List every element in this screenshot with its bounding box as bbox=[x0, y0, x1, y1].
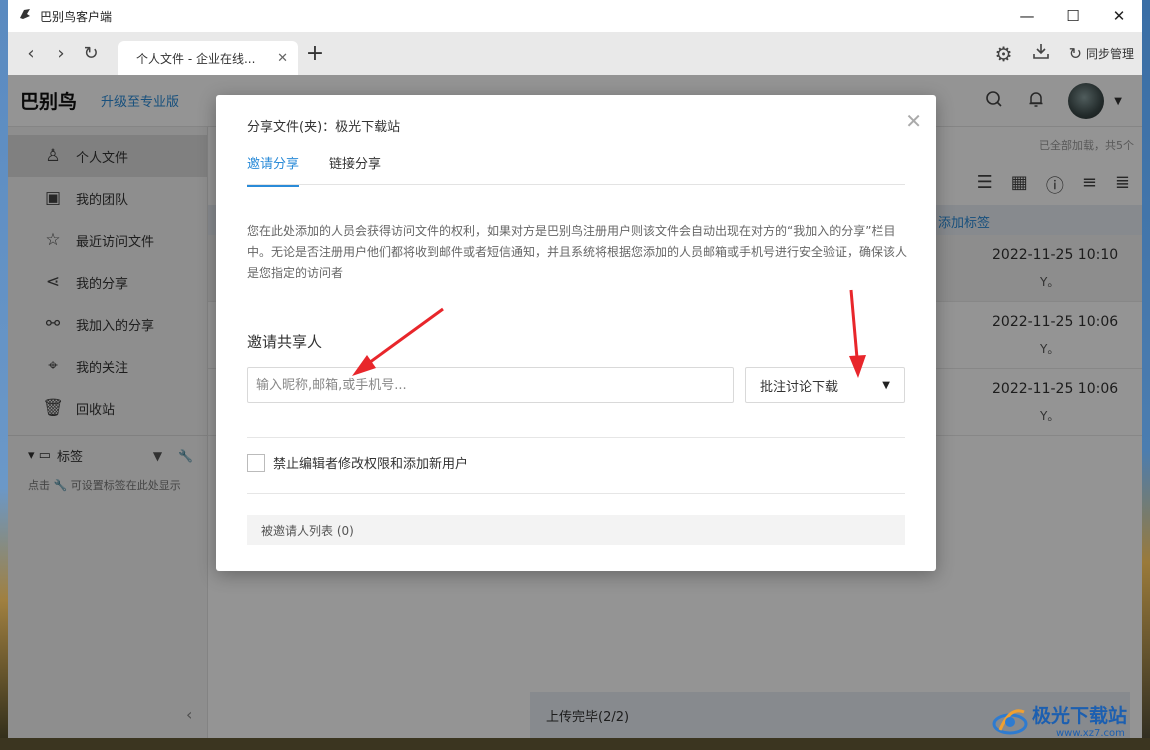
invitee-list-header[interactable]: 被邀请人列表 (0) bbox=[247, 515, 905, 545]
tab-close-icon[interactable]: ✕ bbox=[277, 51, 288, 66]
close-window-button[interactable]: ✕ bbox=[1096, 0, 1142, 32]
app-window: 巴别鸟客户端 — ☐ ✕ ‹ › ↻ 个人文件 - 企业在线... ✕ + ⚙ … bbox=[8, 0, 1142, 738]
desktop-background-bottom bbox=[0, 738, 1150, 750]
maximize-button[interactable]: ☐ bbox=[1050, 0, 1096, 32]
dialog-tabs: 邀请分享 链接分享 bbox=[247, 153, 381, 187]
new-tab-button[interactable]: + bbox=[298, 32, 332, 75]
back-button[interactable]: ‹ bbox=[16, 32, 46, 75]
share-description: 您在此处添加的人员会获得访问文件的权利，如果对方是巴别鸟注册用户则该文件会自动出… bbox=[247, 224, 908, 280]
tab-title: 个人文件 - 企业在线... bbox=[136, 51, 256, 66]
desktop-background-right bbox=[1142, 0, 1150, 750]
tab-bar: ‹ › ↻ 个人文件 - 企业在线... ✕ + ⚙ ↻ 同步管理 bbox=[8, 32, 1142, 75]
app-bird-icon bbox=[18, 7, 34, 25]
tabbar-actions: ⚙ ↻ 同步管理 bbox=[995, 32, 1134, 75]
tab-personal-files[interactable]: 个人文件 - 企业在线... ✕ bbox=[118, 41, 298, 75]
sync-label: 同步管理 bbox=[1085, 47, 1134, 61]
checkbox-label: 禁止编辑者修改权限和添加新用户 bbox=[273, 457, 469, 472]
title-bar: 巴别鸟客户端 — ☐ ✕ bbox=[8, 0, 1142, 32]
caret-down-icon: ▼ bbox=[882, 379, 890, 391]
watermark-logo-icon bbox=[992, 709, 1028, 735]
divider bbox=[247, 493, 905, 494]
desktop-background-left bbox=[0, 0, 8, 750]
watermark-text: 极光下载站 www.xz7.com bbox=[1032, 701, 1127, 739]
permission-value: 批注讨论下载 bbox=[760, 379, 839, 395]
reload-button[interactable]: ↻ bbox=[76, 32, 106, 75]
close-icon[interactable]: ✕ bbox=[905, 109, 922, 133]
window-controls: — ☐ ✕ bbox=[1004, 0, 1142, 32]
invite-label: 邀请共享人 bbox=[247, 333, 323, 351]
window-title: 巴别鸟客户端 bbox=[40, 9, 113, 24]
tab-link-share[interactable]: 链接分享 bbox=[329, 153, 381, 187]
permission-select[interactable]: 批注讨论下载 ▼ bbox=[745, 367, 905, 403]
restrict-editors-option[interactable]: 禁止编辑者修改权限和添加新用户 bbox=[247, 453, 468, 472]
sync-icon: ↻ bbox=[1068, 44, 1082, 63]
minimize-button[interactable]: — bbox=[1004, 0, 1050, 32]
divider bbox=[247, 437, 905, 438]
share-dialog: 分享文件(夹)：极光下载站 ✕ 邀请分享 链接分享 您在此处添加的人员会获得访问… bbox=[216, 95, 936, 571]
restrict-editors-checkbox[interactable] bbox=[247, 453, 265, 472]
tab-divider bbox=[247, 184, 905, 185]
tab-invite-share[interactable]: 邀请分享 bbox=[247, 153, 300, 187]
dialog-title: 分享文件(夹)：极光下载站 bbox=[247, 120, 401, 135]
site-watermark: 极光下载站 www.xz7.com bbox=[990, 696, 1150, 744]
watermark-sub: www.xz7.com bbox=[1056, 728, 1125, 739]
watermark-main: 极光下载站 bbox=[1032, 705, 1128, 727]
gear-icon[interactable]: ⚙ bbox=[995, 42, 1013, 66]
forward-button[interactable]: › bbox=[46, 32, 76, 75]
download-icon[interactable] bbox=[1031, 41, 1051, 66]
sync-manager-button[interactable]: ↻ 同步管理 bbox=[1069, 44, 1134, 63]
invite-input[interactable] bbox=[247, 367, 734, 403]
